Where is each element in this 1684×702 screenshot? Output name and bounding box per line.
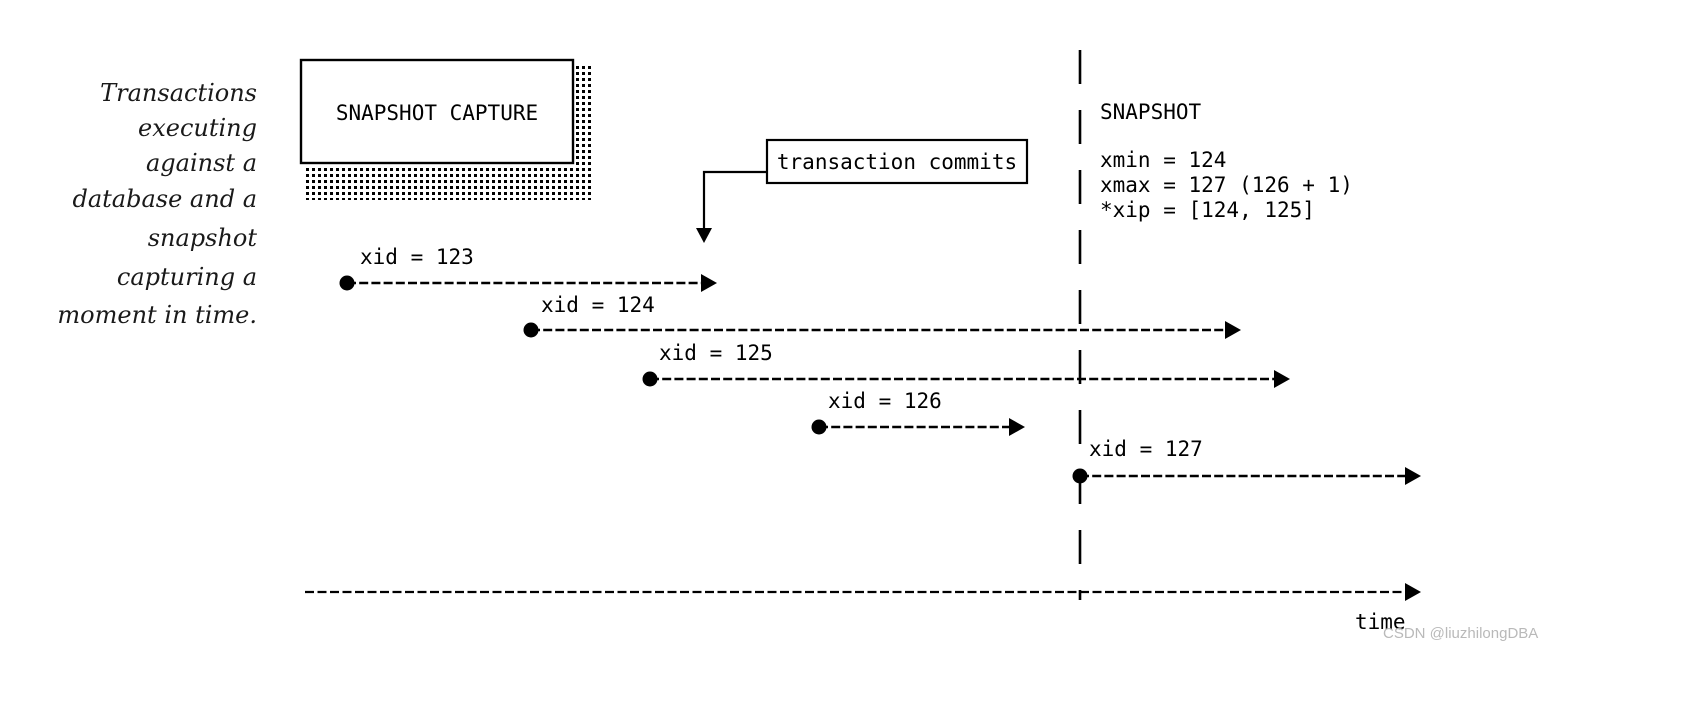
- transaction-row-127: xid = 127: [1072, 437, 1421, 485]
- transaction-start-dot-124: [523, 322, 539, 338]
- snapshot-panel: SNAPSHOT xmin = 124 xmax = 127 (126 + 1)…: [1100, 100, 1353, 222]
- time-axis: time: [305, 583, 1421, 634]
- snapshot-xmin: xmin = 124: [1100, 148, 1226, 172]
- commit-callout-label: transaction commits: [777, 150, 1017, 174]
- snapshot-xmax: xmax = 127 (126 + 1): [1100, 173, 1353, 197]
- snapshot-capture-box: SNAPSHOT CAPTURE: [299, 58, 575, 165]
- caption-line-3: database and a: [72, 185, 257, 213]
- snapshot-capture-label: SNAPSHOT CAPTURE: [336, 101, 538, 125]
- caption-line-1: executing: [138, 114, 257, 142]
- transaction-start-dot-123: [339, 275, 355, 291]
- transaction-row-126: xid = 126: [811, 389, 1025, 436]
- snapshot-xip: *xip = [124, 125]: [1100, 198, 1315, 222]
- transaction-end-arrow-126: [1009, 418, 1025, 436]
- transaction-row-125: xid = 125: [642, 341, 1290, 388]
- transaction-row-124: xid = 124: [523, 293, 1241, 339]
- commit-arrow-icon: [696, 228, 712, 243]
- transaction-start-dot-126: [811, 419, 827, 435]
- transaction-label-123: xid = 123: [360, 245, 474, 269]
- caption-line-4: snapshot: [148, 224, 258, 252]
- time-axis-arrow-icon: [1405, 583, 1421, 601]
- caption-line-6: moment in time.: [57, 301, 257, 329]
- caption-line-5: capturing a: [117, 263, 257, 291]
- diagram-canvas: Transactions executing against a databas…: [0, 0, 1684, 702]
- transaction-end-arrow-124: [1225, 321, 1241, 339]
- caption-line-0: Transactions: [100, 79, 257, 107]
- transaction-label-125: xid = 125: [659, 341, 773, 365]
- transaction-label-124: xid = 124: [541, 293, 655, 317]
- caption-block: Transactions executing against a databas…: [57, 79, 257, 329]
- transaction-end-arrow-125: [1274, 370, 1290, 388]
- watermark: CSDN @liuzhilongDBA: [1383, 625, 1538, 642]
- transaction-row-123: xid = 123: [339, 245, 717, 292]
- transaction-end-arrow-123: [701, 274, 717, 292]
- snapshot-panel-title: SNAPSHOT: [1100, 100, 1202, 124]
- transaction-end-arrow-127: [1405, 467, 1421, 485]
- caption-line-2: against a: [146, 149, 257, 177]
- transaction-label-126: xid = 126: [828, 389, 942, 413]
- transaction-label-127: xid = 127: [1089, 437, 1203, 461]
- transaction-start-dot-127: [1072, 468, 1088, 484]
- transaction-start-dot-125: [642, 371, 658, 387]
- commit-callout: transaction commits: [696, 138, 1029, 243]
